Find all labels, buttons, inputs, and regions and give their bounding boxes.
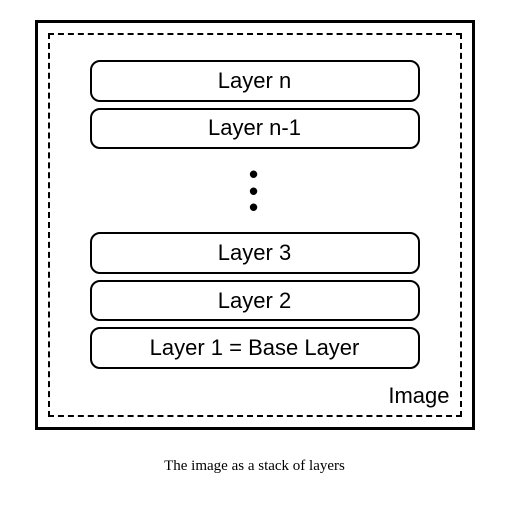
layer-n: Layer n xyxy=(90,60,420,102)
layer-2: Layer 2 xyxy=(90,280,420,322)
layer-n-minus-1: Layer n-1 xyxy=(90,108,420,150)
outer-frame: Layer n Layer n-1 ••• Layer 3 Layer 2 La… xyxy=(35,20,475,430)
image-dashed-frame: Layer n Layer n-1 ••• Layer 3 Layer 2 La… xyxy=(48,33,462,417)
ellipsis-icon: ••• xyxy=(249,163,260,218)
figure-caption: The image as a stack of layers xyxy=(164,458,345,475)
layer-1-base: Layer 1 = Base Layer xyxy=(90,327,420,369)
layer-3: Layer 3 xyxy=(90,232,420,274)
image-label: Image xyxy=(388,383,449,409)
